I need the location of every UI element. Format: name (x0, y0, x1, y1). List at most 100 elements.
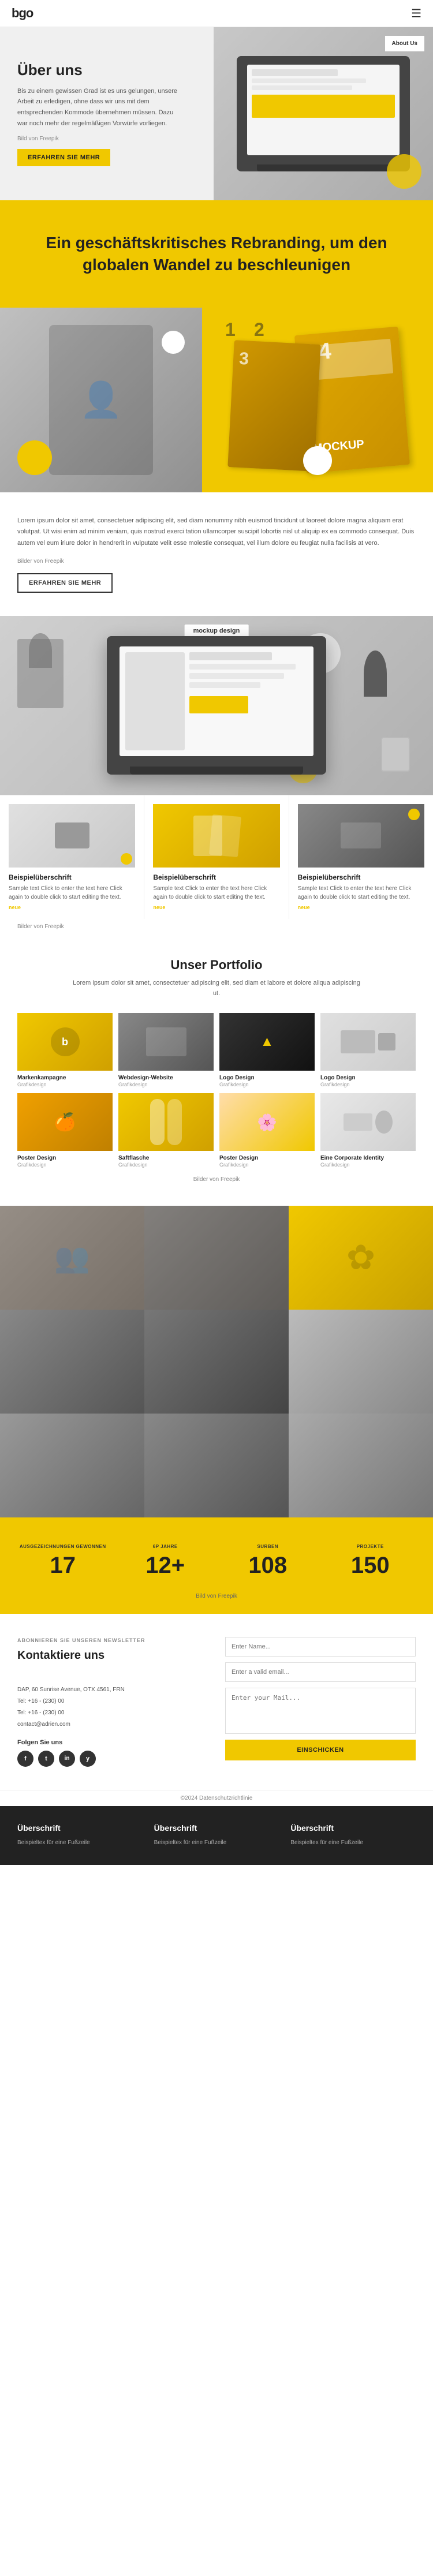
contact-message-input[interactable] (225, 1688, 416, 1734)
stats-grid: AUSGEZEICHNUNGEN GEWONNEN 17 6P JAHRE 12… (12, 1535, 421, 1587)
footer: Überschrift Beispieltex für eine Fußzeil… (0, 1806, 433, 1865)
portfolio-item-sub: Grafikdesign (17, 1082, 113, 1087)
footer-col-2-title: Überschrift (154, 1823, 279, 1833)
hero-cta-button[interactable]: ERFAHREN SIE MEHR (17, 149, 110, 166)
portfolio-item-label: Saftflasche (118, 1154, 214, 1162)
photo-grid-section: 👥 ✿ (0, 1206, 433, 1517)
mockup-books-col: A4 MOCKUP 3 1 2 (202, 308, 433, 492)
mockup-card-2-text: Sample text Click to enter the text here… (153, 884, 279, 902)
contact-title: Kontaktiere uns (17, 1649, 208, 1662)
social-icon-facebook[interactable]: f (17, 1751, 33, 1767)
mockup-card-3-image (298, 804, 424, 868)
two-col-section: 👤 A4 MOCKUP 3 1 2 (0, 308, 433, 492)
mockup-card-3-text: Sample text Click to enter the text here… (298, 884, 424, 902)
mockup-main-image: mockup design (0, 616, 433, 795)
mockup-card-2-title: Beispielüberschrift (153, 873, 279, 881)
portfolio-title: Unser Portfolio (17, 958, 416, 973)
mockup-card-2-image (153, 804, 279, 868)
footer-col-2-text: Beispieltex für eine Fußzeile (154, 1838, 279, 1848)
hero-title: Über uns (17, 61, 196, 79)
rebranding-headline: Ein geschäftskritisches Rebranding, um d… (43, 232, 390, 276)
portfolio-item-sub: Grafikdesign (320, 1162, 416, 1168)
copyright-bar: ©2024 Datenschutzrichtlinie (0, 1790, 433, 1806)
mockup-card-1-text: Sample text Click to enter the text here… (9, 884, 135, 902)
contact-right: EINSCHICKEN (225, 1637, 416, 1767)
mockup-card-2-tag: neue (153, 904, 279, 910)
content-section: Lorem ipsum dolor sit amet, consectetuer… (0, 492, 433, 616)
contact-name-input[interactable] (225, 1637, 416, 1657)
photo-cell-4 (0, 1310, 144, 1414)
portfolio-item: b Markenkampagne Grafikdesign (17, 1013, 113, 1087)
stat-item-3: SURBEN 108 (216, 1535, 319, 1587)
social-icon-twitter[interactable]: t (38, 1751, 54, 1767)
photo-cell-7 (0, 1414, 144, 1517)
contact-email-input[interactable] (225, 1662, 416, 1682)
photo-cell-5 (144, 1310, 289, 1414)
logo[interactable]: bgo (12, 6, 33, 21)
mockup-section: mockup design Beispielüberschrift Sample… (0, 616, 433, 934)
footer-col-2: Überschrift Beispieltex für eine Fußzeil… (154, 1823, 279, 1848)
contact-social-label: Folgen Sie uns (17, 1739, 208, 1746)
stats-section: AUSGEZEICHNUNGEN GEWONNEN 17 6P JAHRE 12… (0, 1517, 433, 1614)
portfolio-item: Webdesign-Website Grafikdesign (118, 1013, 214, 1087)
contact-form: EINSCHICKEN (225, 1637, 416, 1760)
stat-number-2: 12+ (120, 1553, 211, 1579)
stat-number-4: 150 (325, 1553, 416, 1579)
photo-cell-6 (289, 1310, 433, 1414)
footer-col-1-title: Überschrift (17, 1823, 143, 1833)
mockup-card-3-tag: neue (298, 904, 424, 910)
social-icon-linkedin[interactable]: in (59, 1751, 75, 1767)
portfolio-item-label: Poster Design (219, 1154, 315, 1162)
portfolio-item-sub: Grafikdesign (219, 1082, 315, 1087)
portfolio-item: Logo Design Grafikdesign (320, 1013, 416, 1087)
laptop-illustration (237, 56, 410, 171)
contact-address: DAP, 60 Sunrise Avenue, OTX 4561, FRN Te… (17, 1673, 208, 1730)
hero-section: Über uns Bis zu einem gewissen Grad ist … (0, 27, 433, 200)
mockup-card-3: Beispielüberschrift Sample text Click to… (289, 795, 433, 919)
social-icon-youtube[interactable]: y (80, 1751, 96, 1767)
stat-number-1: 17 (17, 1553, 109, 1579)
hamburger-icon[interactable]: ☰ (411, 6, 421, 21)
photo-cell-3: ✿ (289, 1206, 433, 1310)
rebranding-section: Ein geschäftskritisches Rebranding, um d… (0, 200, 433, 308)
portfolio-item-label: Webdesign-Website (118, 1074, 214, 1082)
hero-text-area: Über uns Bis zu einem gewissen Grad ist … (0, 27, 214, 200)
content-cta-button[interactable]: ERFAHREN SIE MEHR (17, 573, 113, 593)
photo-cell-1: 👥 (0, 1206, 144, 1310)
mockup-card-1-image (9, 804, 135, 868)
newsletter-label: ABONNIEREN SIE UNSEREN NEWSLETTER (17, 1637, 208, 1644)
stat-label-1: AUSGEZEICHNUNGEN GEWONNEN (17, 1543, 109, 1550)
mockup-card-1-tag: neue (9, 904, 135, 910)
stat-label-3: SURBEN (222, 1543, 313, 1550)
contact-section: ABONNIEREN SIE UNSEREN NEWSLETTER Kontak… (0, 1614, 433, 1790)
footer-col-1-text: Beispieltex für eine Fußzeile (17, 1838, 143, 1848)
footer-col-1: Überschrift Beispieltex für eine Fußzeil… (17, 1823, 143, 1848)
stat-label-2: 6P JAHRE (120, 1543, 211, 1550)
portfolio-item: Saftflasche Grafikdesign (118, 1093, 214, 1168)
mockup-cards-row: Beispielüberschrift Sample text Click to… (0, 795, 433, 919)
mockup-card-2: Beispielüberschrift Sample text Click to… (144, 795, 289, 919)
footer-col-3: Überschrift Beispieltex für eine Fußzeil… (290, 1823, 416, 1848)
footer-col-3-title: Überschrift (290, 1823, 416, 1833)
stat-item-2: 6P JAHRE 12+ (114, 1535, 217, 1587)
portfolio-item: Eine Corporate Identity Grafikdesign (320, 1093, 416, 1168)
stat-item-4: PROJEKTE 150 (319, 1535, 422, 1587)
portfolio-item-sub: Grafikdesign (219, 1162, 315, 1168)
portfolio-credit: Bilder von Freepik (17, 1176, 416, 1183)
portfolio-description: Lorem ipsum dolor sit amet, consectetuer… (72, 978, 361, 999)
stats-credit: Bild von Freepik (12, 1593, 421, 1605)
portfolio-item-sub: Grafikdesign (17, 1162, 113, 1168)
hero-photo-credit: Bild von Freepik (17, 136, 196, 142)
portfolio-section: Unser Portfolio Lorem ipsum dolor sit am… (0, 934, 433, 1206)
people-image-col: 👤 (0, 308, 202, 492)
photo-cell-8 (144, 1414, 289, 1517)
photo-cell-9 (289, 1414, 433, 1517)
photo-cell-2 (144, 1206, 289, 1310)
stat-item-1: AUSGEZEICHNUNGEN GEWONNEN 17 (12, 1535, 114, 1587)
mockup-credit: Bilder von Freepik (0, 919, 433, 934)
stat-number-3: 108 (222, 1553, 313, 1579)
contact-submit-button[interactable]: EINSCHICKEN (225, 1740, 416, 1760)
portfolio-grid: b Markenkampagne Grafikdesign Webdesign-… (17, 1013, 416, 1168)
stat-label-4: PROJEKTE (325, 1543, 416, 1550)
portfolio-item-label: Poster Design (17, 1154, 113, 1162)
